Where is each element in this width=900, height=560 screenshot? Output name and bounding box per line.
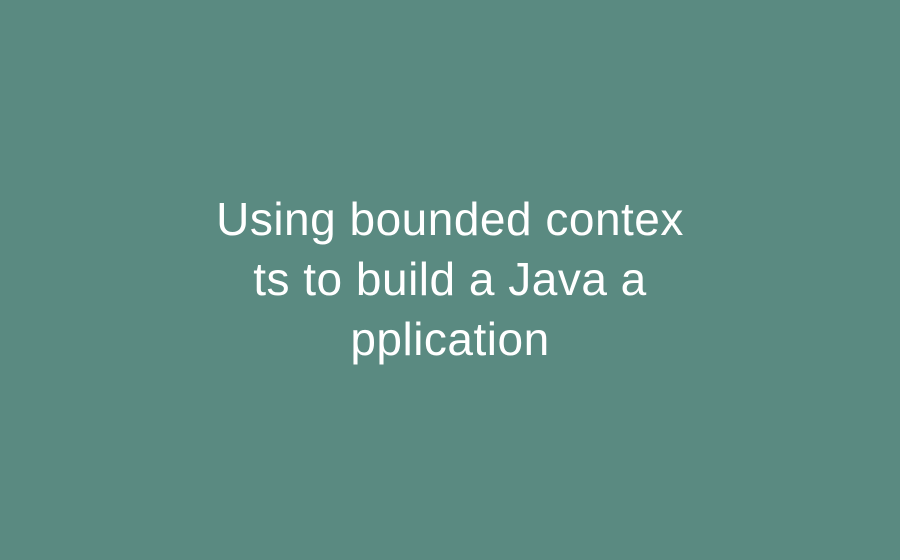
title-line-3: pplication <box>216 310 684 370</box>
title-line-1: Using bounded contex <box>216 190 684 250</box>
title-line-2: ts to build a Java a <box>216 250 684 310</box>
title-text: Using bounded contex ts to build a Java … <box>216 190 684 369</box>
